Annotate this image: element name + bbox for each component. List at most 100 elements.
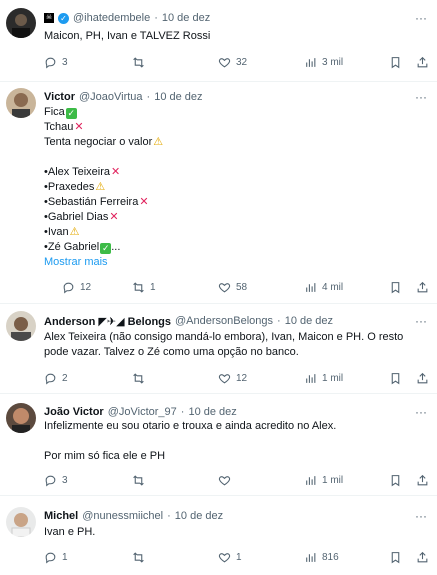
tweet-line: Tenta negociar o valor⚠ bbox=[44, 136, 164, 148]
like-button[interactable]: 32 bbox=[218, 54, 247, 70]
tweet-header: Anderson ◤✈◢ Belongs @AndersonBelongs · … bbox=[44, 313, 407, 329]
like-count: 58 bbox=[236, 281, 248, 293]
views-button[interactable]: 816 bbox=[304, 549, 339, 565]
more-options-icon[interactable]: ··· bbox=[413, 313, 429, 329]
retweet-button[interactable] bbox=[132, 370, 150, 386]
views-button[interactable]: 1 mil bbox=[304, 370, 343, 386]
tweet-4[interactable]: João Victor @JoVictor_97 · 10 de dez ···… bbox=[0, 394, 437, 496]
tweet-2[interactable]: Victor @JoaoVirtua · 10 de dez ··· Fica ✓… bbox=[0, 82, 437, 304]
tweet-line bbox=[44, 150, 425, 165]
bar-chart-icon bbox=[304, 551, 317, 564]
user-handle[interactable]: @nunessmiichel bbox=[82, 510, 163, 522]
tweet-text: Alex Teixeira (não consigo mandá-lo embo… bbox=[44, 330, 425, 360]
reply-count: 3 bbox=[62, 474, 68, 486]
tweet-line bbox=[44, 434, 425, 449]
warning-icon: ⚠ bbox=[69, 226, 80, 238]
user-handle[interactable]: @ihatedembele bbox=[73, 12, 150, 24]
show-more-link[interactable]: Mostrar mais bbox=[44, 255, 425, 270]
views-button[interactable]: 3 mil bbox=[304, 54, 343, 70]
tweet-date[interactable]: 10 de dez bbox=[188, 406, 236, 418]
bookmark-icon bbox=[389, 551, 402, 564]
tweet-5[interactable]: Michel @nunessmiichel · 10 de dez ··· Iv… bbox=[0, 496, 437, 575]
warning-icon: ⚠ bbox=[153, 136, 164, 148]
tweet-date[interactable]: 10 de dez bbox=[162, 12, 210, 24]
avatar[interactable] bbox=[6, 403, 36, 433]
pirate-flag-icon: ☠ bbox=[44, 13, 54, 23]
more-options-icon[interactable]: ··· bbox=[413, 404, 429, 420]
tweet-header: ☠ ✓ @ihatedembele · 10 de dez bbox=[44, 10, 407, 26]
tweet-line: Fica ✓ bbox=[44, 106, 77, 119]
flag-emoji-icon: ◤✈◢ bbox=[98, 315, 125, 328]
bookmark-button[interactable] bbox=[389, 54, 402, 70]
bar-chart-icon bbox=[304, 372, 317, 385]
bookmark-icon bbox=[389, 281, 402, 294]
views-button[interactable]: 1 mil bbox=[304, 472, 343, 488]
bookmark-button[interactable] bbox=[389, 549, 402, 565]
share-icon bbox=[416, 56, 429, 69]
like-button[interactable]: 58 bbox=[218, 279, 247, 295]
avatar[interactable] bbox=[6, 311, 36, 341]
retweet-button[interactable] bbox=[132, 54, 150, 70]
view-count: 816 bbox=[322, 551, 339, 563]
share-button[interactable] bbox=[416, 370, 429, 386]
bookmark-button[interactable] bbox=[389, 279, 402, 295]
user-handle[interactable]: @JoaoVirtua bbox=[79, 91, 143, 103]
tweet-actions: 12 1 58 4 mil bbox=[44, 279, 431, 295]
tweet-line: Infelizmente eu sou otario e trouxa e ai… bbox=[44, 420, 337, 432]
user-handle[interactable]: @JoVictor_97 bbox=[108, 406, 177, 418]
tweet-actions: 2 12 1 mil bbox=[44, 370, 431, 386]
tweet-date[interactable]: 10 de dez bbox=[175, 510, 223, 522]
share-button[interactable] bbox=[416, 54, 429, 70]
bar-chart-icon bbox=[304, 281, 317, 294]
share-button[interactable] bbox=[416, 549, 429, 565]
separator-dot: · bbox=[180, 406, 185, 418]
tweet-text: Ivan e PH. bbox=[44, 525, 425, 540]
more-options-icon[interactable]: ··· bbox=[413, 10, 429, 26]
cross-mark-icon: ✕ bbox=[139, 196, 149, 208]
bookmark-icon bbox=[389, 372, 402, 385]
tweet-3[interactable]: Anderson ◤✈◢ Belongs @AndersonBelongs · … bbox=[0, 304, 437, 394]
tweet-1[interactable]: ☠ ✓ @ihatedembele · 10 de dez ··· Maicon… bbox=[0, 0, 437, 82]
view-count: 1 mil bbox=[322, 474, 344, 486]
bookmark-button[interactable] bbox=[389, 472, 402, 488]
tweet-line: Alex Teixeira (não consigo mandá-lo embo… bbox=[44, 331, 404, 343]
more-options-icon[interactable]: ··· bbox=[413, 508, 429, 524]
avatar[interactable] bbox=[6, 88, 36, 118]
like-count: 1 bbox=[236, 551, 242, 563]
reply-button[interactable]: 1 bbox=[44, 549, 68, 565]
bar-chart-icon bbox=[304, 56, 317, 69]
share-button[interactable] bbox=[416, 472, 429, 488]
user-name[interactable]: Anderson ◤✈◢ Belongs bbox=[44, 315, 171, 328]
heart-icon bbox=[218, 372, 231, 385]
retweet-button[interactable] bbox=[132, 472, 150, 488]
reply-button[interactable]: 12 bbox=[62, 279, 91, 295]
heart-icon bbox=[218, 551, 231, 564]
share-button[interactable] bbox=[416, 279, 429, 295]
tweet-date[interactable]: 10 de dez bbox=[285, 315, 333, 327]
like-button[interactable]: 12 bbox=[218, 370, 247, 386]
user-name[interactable]: Michel bbox=[44, 510, 78, 522]
reply-count: 1 bbox=[62, 551, 68, 563]
reply-button[interactable]: 3 bbox=[44, 472, 68, 488]
views-button[interactable]: 4 mil bbox=[304, 279, 343, 295]
like-button[interactable]: 1 bbox=[218, 549, 242, 565]
reply-icon bbox=[62, 281, 75, 294]
bookmark-button[interactable] bbox=[389, 370, 402, 386]
more-options-icon[interactable]: ··· bbox=[413, 89, 429, 105]
like-button[interactable] bbox=[218, 472, 236, 488]
cross-mark-icon: ✕ bbox=[109, 211, 119, 223]
avatar[interactable] bbox=[6, 8, 36, 38]
tweet-header: Michel @nunessmiichel · 10 de dez bbox=[44, 508, 407, 524]
avatar[interactable] bbox=[6, 507, 36, 537]
user-name[interactable]: João Victor bbox=[44, 406, 104, 418]
user-handle[interactable]: @AndersonBelongs bbox=[175, 315, 273, 327]
retweet-icon bbox=[132, 372, 145, 385]
retweet-button[interactable] bbox=[132, 549, 150, 565]
tweet-date[interactable]: 10 de dez bbox=[154, 91, 202, 103]
share-icon bbox=[416, 372, 429, 385]
user-name[interactable]: Victor bbox=[44, 91, 75, 103]
reply-button[interactable]: 3 bbox=[44, 54, 68, 70]
view-count: 4 mil bbox=[322, 281, 344, 293]
retweet-button[interactable]: 1 bbox=[132, 279, 156, 295]
reply-button[interactable]: 2 bbox=[44, 370, 68, 386]
